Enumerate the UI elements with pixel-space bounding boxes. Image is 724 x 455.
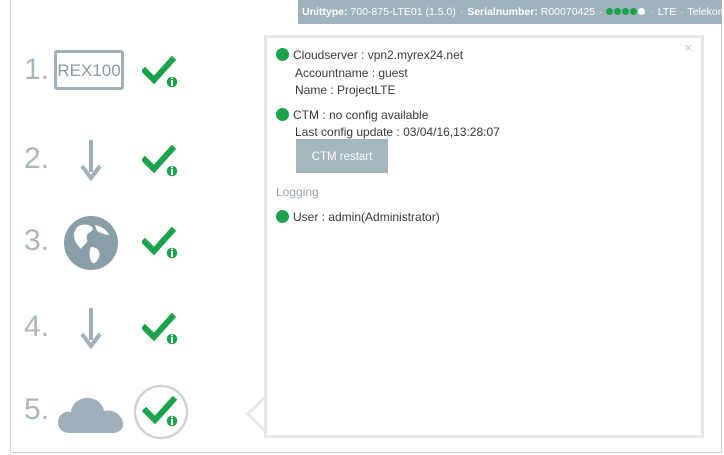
signal-strength-icon — [606, 0, 646, 23]
step-number: 1. — [24, 53, 50, 86]
step-4: 4. — [24, 300, 224, 360]
check-icon-selected[interactable] — [132, 383, 190, 441]
logging-heading: Logging — [276, 185, 319, 199]
cloudserver-text: Cloudserver : vpn2.myrex24.net — [293, 48, 464, 62]
status-dot-icon — [276, 48, 289, 61]
step-number: 4. — [24, 310, 50, 343]
step-number: 5. — [24, 393, 50, 426]
details-panel: × Cloudserver : vpn2.myrex24.net Account… — [264, 35, 704, 438]
step-3: 3. — [24, 214, 224, 274]
unittype-value: 700-875-LTE01 (1.5.0) — [350, 6, 456, 18]
last-config-text: Last config update : 03/04/16,13:28:07 — [295, 125, 500, 139]
accountname-text: Accountname : guest — [295, 66, 408, 80]
step-5: 5. — [24, 383, 224, 449]
step-number: 2. — [24, 142, 50, 175]
separator: · — [459, 6, 464, 18]
device-label: REX100 — [57, 61, 121, 80]
step-number: 3. — [24, 224, 50, 257]
user-text: User : admin(Administrator) — [293, 210, 440, 224]
provider-name: Telekom.de — [687, 6, 722, 18]
unittype-label: Unittype: — [302, 6, 348, 18]
separator: · — [598, 6, 603, 18]
status-bar: Unittype: 700-875-LTE01 (1.5.0) · Serial… — [298, 0, 722, 24]
cloud-icon — [58, 397, 124, 433]
globe-icon — [64, 216, 118, 270]
network-type: LTE — [657, 6, 677, 18]
status-dot-icon — [276, 210, 289, 223]
check-icon[interactable] — [142, 312, 182, 348]
check-icon[interactable] — [142, 144, 182, 180]
check-icon[interactable] — [142, 55, 182, 91]
name-text: Name : ProjectLTE — [295, 83, 396, 97]
down-arrow-icon — [80, 140, 102, 182]
separator: · — [650, 6, 654, 18]
close-icon[interactable]: × — [684, 40, 692, 55]
user-row: User : admin(Administrator) — [276, 210, 440, 224]
step-1: 1. REX100 — [24, 43, 224, 103]
serial-label: Serialnumber: — [467, 6, 538, 18]
serial-value: R00070425 — [540, 6, 596, 18]
device-box-icon: REX100 — [54, 50, 124, 90]
ctm-row: CTM : no config available — [276, 108, 428, 122]
ctm-status-text: CTM : no config available — [293, 108, 429, 122]
step-2: 2. — [24, 132, 224, 192]
down-arrow-icon — [80, 308, 102, 350]
status-dot-icon — [276, 108, 289, 121]
check-icon[interactable] — [142, 226, 182, 262]
separator: · — [680, 6, 684, 18]
cloudserver-row: Cloudserver : vpn2.myrex24.net — [276, 48, 463, 62]
ctm-restart-button[interactable]: CTM restart — [296, 139, 388, 173]
